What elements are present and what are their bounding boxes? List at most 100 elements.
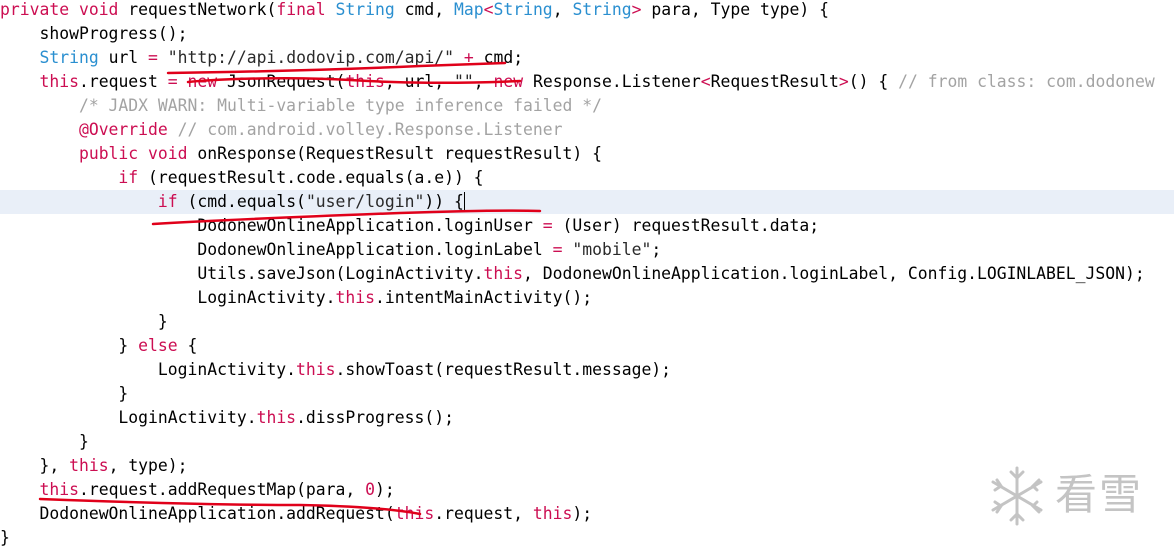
code-line[interactable]: private void requestNetwork(final String… (0, 0, 1174, 22)
code-token: , DodonewOnlineApplication.loginLabel, C… (523, 264, 1145, 283)
code-token-comment: // from class: com.dodonew (898, 72, 1155, 91)
code-line[interactable]: } else { (0, 334, 1174, 358)
code-token-keyword: this (483, 264, 524, 283)
code-token: url (98, 48, 149, 67)
code-line[interactable]: String url = "http://api.dodovip.com/api… (0, 46, 1174, 70)
code-token-keyword: this (39, 72, 79, 91)
code-token-keyword: this (39, 480, 79, 499)
code-token: () { (848, 72, 899, 91)
code-token-string: "user/login" (305, 192, 425, 211)
code-token: .request, (434, 504, 533, 523)
code-token-comment: /* JADX WARN: Multi-variable type infere… (78, 96, 602, 115)
code-line[interactable]: LoginActivity.this.intentMainActivity(); (0, 286, 1174, 310)
code-token: , (552, 0, 573, 19)
code-token-string: "http://api.dodovip.com/api/" (167, 48, 454, 67)
code-token: , (473, 72, 494, 91)
code-token-keyword: > (631, 0, 642, 19)
code-token: LoginActivity. (157, 360, 297, 379)
code-token-keyword: else (138, 336, 178, 355)
code-line[interactable]: public void onResponse(RequestResult req… (0, 142, 1174, 166)
code-token: LoginActivity. (118, 408, 257, 427)
code-token-keyword: this (335, 288, 376, 307)
code-token: requestNetwork( (118, 0, 277, 19)
code-line[interactable]: DodonewOnlineApplication.loginUser = (Us… (0, 214, 1174, 238)
code-token: { (177, 336, 198, 355)
code-token-keyword: this (69, 456, 109, 475)
code-token-keyword: private (0, 0, 70, 19)
code-token: } (157, 312, 168, 331)
code-token: }, (39, 456, 70, 475)
code-token-keyword: if (157, 192, 178, 211)
code-token-keyword: new (493, 72, 524, 91)
code-token: Response.Listener (523, 72, 701, 91)
code-token-string: "" (454, 72, 474, 91)
code-line[interactable]: LoginActivity.this.dissProgress(); (0, 406, 1174, 430)
code-line[interactable]: DodonewOnlineApplication.loginLabel = "m… (0, 238, 1174, 262)
code-token-comment: // com.android.volley.Response.Listener (177, 120, 563, 139)
code-token-keyword: void (148, 144, 188, 163)
code-token: )) { (424, 192, 464, 211)
code-token-number: 0 (365, 480, 376, 499)
code-token: ); (572, 504, 593, 523)
code-line[interactable]: if (requestResult.code.equals(a.e)) { (0, 166, 1174, 190)
code-token: ; (651, 240, 662, 259)
code-token: } (78, 432, 89, 451)
code-line[interactable]: showProgress(); (0, 22, 1174, 46)
code-token: .showToast(requestResult.message); (335, 360, 672, 379)
code-token-keyword: > (838, 72, 849, 91)
code-token: (User) requestResult.data; (552, 216, 820, 235)
code-token: ); (375, 480, 395, 499)
text-cursor (463, 192, 465, 210)
code-token-keyword: public (78, 144, 139, 163)
code-token: JsonRequest( (217, 72, 346, 91)
code-line[interactable]: } (0, 310, 1174, 334)
code-token: } (118, 336, 139, 355)
code-line[interactable]: Utils.saveJson(LoginActivity.this, Dodon… (0, 262, 1174, 286)
code-token-keyword: = (552, 240, 563, 259)
code-token: } (0, 528, 10, 547)
code-token: DodonewOnlineApplication.addRequest( (39, 504, 395, 523)
code-line[interactable]: } (0, 430, 1174, 454)
code-token-keyword: this (296, 360, 336, 379)
code-token: onResponse(RequestResult requestResult) … (187, 144, 602, 163)
code-line-current[interactable]: if (cmd.equals("user/login")) { (0, 190, 1174, 214)
code-token-type: String (335, 0, 395, 19)
code-token-keyword: this (394, 504, 435, 523)
code-line[interactable]: @Override // com.android.volley.Response… (0, 118, 1174, 142)
code-token: .request (78, 72, 168, 91)
code-line[interactable]: LoginActivity.this.showToast(requestResu… (0, 358, 1174, 382)
code-line[interactable]: this.request = new JsonRequest(this, url… (0, 70, 1174, 94)
code-token: , type); (108, 456, 188, 475)
code-token-keyword: final (276, 0, 326, 19)
code-token-keyword: this (256, 408, 297, 427)
code-token-type: String (493, 0, 553, 19)
code-token: LoginActivity. (197, 288, 336, 307)
code-line[interactable]: } (0, 382, 1174, 406)
code-token: Utils.saveJson(LoginActivity. (197, 264, 484, 283)
code-token-keyword: this (345, 72, 385, 91)
code-line[interactable]: /* JADX WARN: Multi-variable type infere… (0, 94, 1174, 118)
code-token-keyword: if (118, 168, 139, 187)
